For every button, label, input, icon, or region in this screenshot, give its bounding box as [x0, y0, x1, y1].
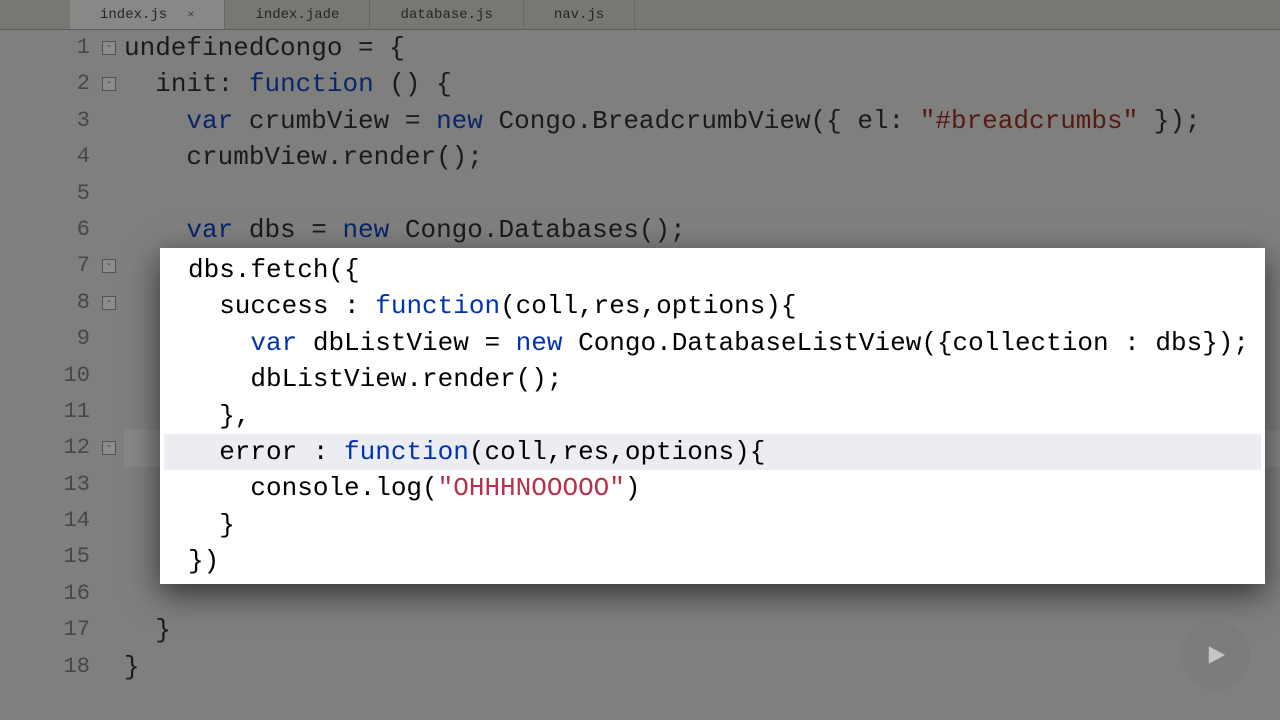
fold-toggle-icon[interactable]: -: [102, 77, 116, 91]
play-icon: [1200, 640, 1230, 670]
line-number: 11: [0, 394, 90, 430]
line-number: 3: [0, 103, 90, 139]
code-line: }): [164, 543, 1261, 579]
line-number: 12: [0, 430, 90, 466]
tab-label: index.js: [100, 7, 167, 23]
line-number: 1: [0, 30, 90, 66]
code-line: var crumbView = new Congo.BreadcrumbView…: [124, 103, 1280, 139]
tab-bar: index.js × index.jade database.js nav.js: [0, 0, 1280, 30]
line-number: 16: [0, 576, 90, 612]
tab-label: index.jade: [255, 7, 339, 23]
fold-column: - - - - -: [100, 30, 120, 720]
code-line-current: error : function(coll,res,options){: [164, 434, 1261, 470]
line-number: 10: [0, 358, 90, 394]
line-number: 9: [0, 321, 90, 357]
code-line: }: [124, 612, 1280, 648]
tab-index-jade[interactable]: index.jade: [225, 0, 370, 29]
line-number: 17: [0, 612, 90, 648]
code-line: },: [164, 398, 1261, 434]
code-line: dbListView.render();: [164, 361, 1261, 397]
code-line: var dbs = new Congo.Databases();: [124, 212, 1280, 248]
line-number: 7: [0, 248, 90, 284]
line-number: 8: [0, 285, 90, 321]
fold-toggle-icon[interactable]: -: [102, 441, 116, 455]
fold-toggle-icon[interactable]: -: [102, 296, 116, 310]
tab-database-js[interactable]: database.js: [370, 0, 523, 29]
line-number: 13: [0, 467, 90, 503]
code-line: undefinedCongo = {: [124, 30, 1280, 66]
line-number: 4: [0, 139, 90, 175]
code-line: dbs.fetch({: [164, 252, 1261, 288]
code-line: }: [124, 649, 1280, 685]
close-icon[interactable]: ×: [187, 8, 194, 22]
tab-label: nav.js: [554, 7, 604, 23]
code-line: success : function(coll,res,options){: [164, 288, 1261, 324]
play-button[interactable]: [1180, 620, 1250, 690]
line-numbers: 123456789101112131415161718: [0, 30, 100, 720]
code-line: }: [164, 507, 1261, 543]
tab-index-js[interactable]: index.js ×: [70, 0, 225, 29]
line-number: 18: [0, 649, 90, 685]
fold-toggle-icon[interactable]: -: [102, 259, 116, 273]
code-highlight-region: dbs.fetch({ success : function(coll,res,…: [160, 248, 1265, 584]
code-line: var dbListView = new Congo.DatabaseListV…: [164, 325, 1261, 361]
tab-nav-js[interactable]: nav.js: [524, 0, 635, 29]
line-number: 2: [0, 66, 90, 102]
line-number: 14: [0, 503, 90, 539]
code-line: crumbView.render();: [124, 139, 1280, 175]
code-line: console.log("OHHHNOOOOO"): [164, 470, 1261, 506]
code-line: [124, 176, 1280, 212]
fold-toggle-icon[interactable]: -: [102, 41, 116, 55]
tab-label: database.js: [400, 7, 492, 23]
code-line: init: function () {: [124, 66, 1280, 102]
line-number: 5: [0, 176, 90, 212]
line-number: 6: [0, 212, 90, 248]
line-number: 15: [0, 539, 90, 575]
